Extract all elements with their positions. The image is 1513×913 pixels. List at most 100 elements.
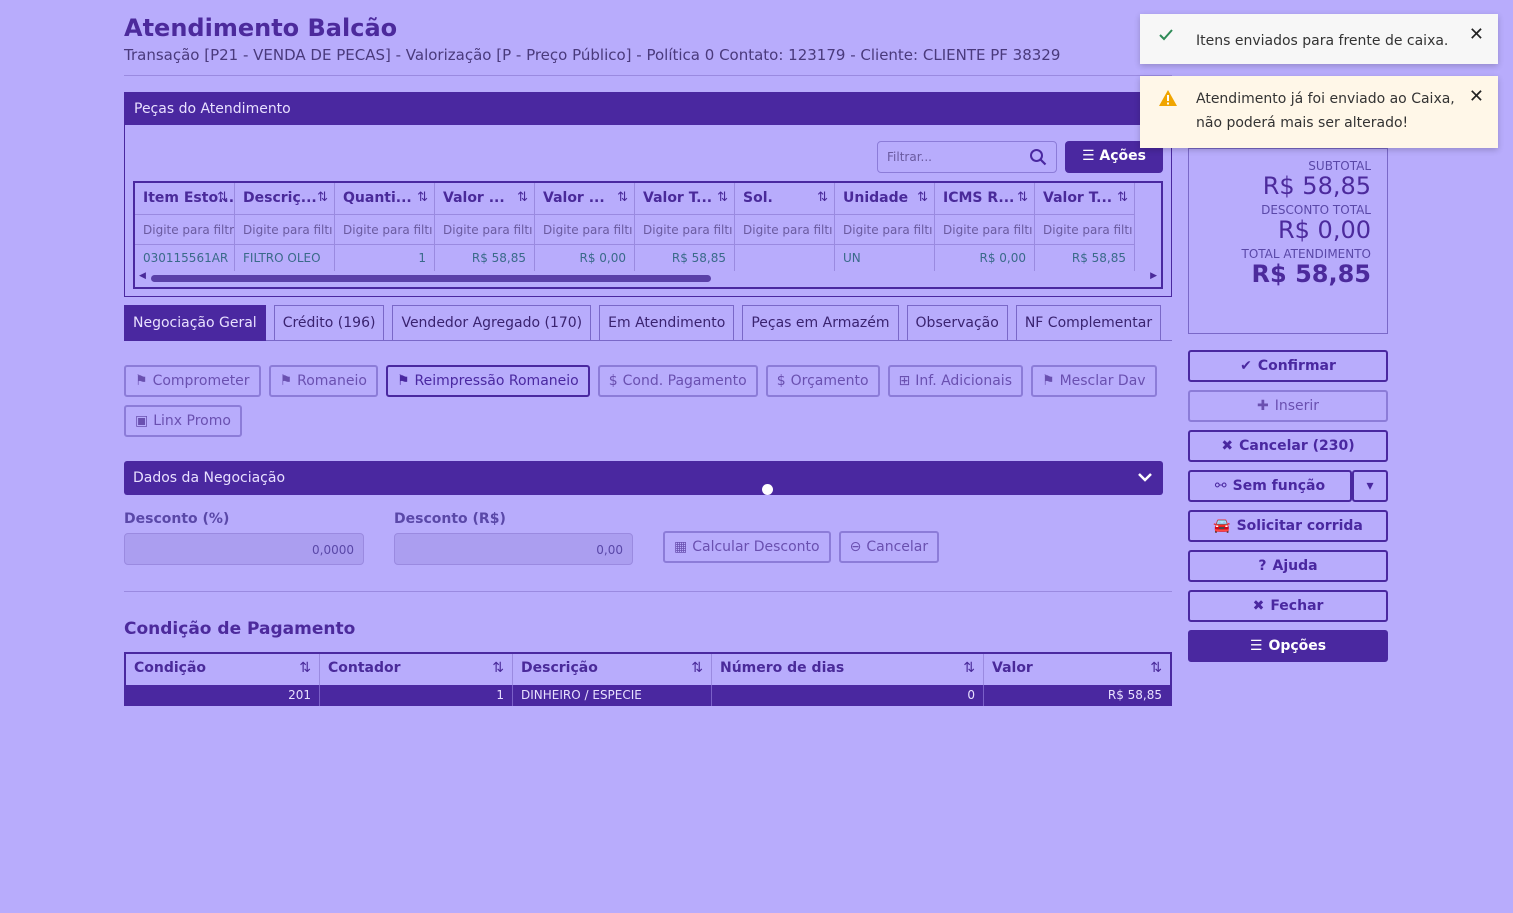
- grid-column-header[interactable]: Valor ... ⇅: [535, 183, 635, 214]
- negotiation-section-title: Dados da Negociação: [133, 470, 286, 486]
- sort-icon: ⇅: [617, 190, 628, 205]
- discount-brl-input[interactable]: 0,00: [394, 533, 633, 565]
- opcoes-button[interactable]: ☰ Opções: [1188, 630, 1388, 662]
- filter-input[interactable]: Filtrar...: [877, 141, 1057, 173]
- money-icon: ▣: [135, 413, 149, 429]
- scrollbar-thumb[interactable]: [151, 275, 711, 282]
- table-row[interactable]: 201 1 DINHEIRO / ESPECIE 0 R$ 58,85: [126, 685, 1170, 706]
- column-filter-input[interactable]: Digite para filtı: [435, 215, 535, 244]
- tab-negociacao-geral[interactable]: Negociação Geral: [124, 305, 266, 341]
- tab-pecas-em-armazem[interactable]: Peças em Armazém: [742, 305, 899, 341]
- dollar-icon: $: [776, 373, 786, 389]
- tab-nf-complementar[interactable]: NF Complementar: [1015, 305, 1162, 341]
- column-filter-input[interactable]: Digite para filtı: [635, 215, 735, 244]
- cancelar-desconto-button[interactable]: ⊖ Cancelar: [838, 531, 940, 563]
- warning-toast-message: Atendimento já foi enviado ao Caixa, não…: [1196, 91, 1455, 131]
- payment-column-header[interactable]: Condição ⇅: [126, 654, 320, 685]
- sort-icon: ⇅: [417, 190, 428, 205]
- total-label: TOTAL ATENDIMENTO: [1241, 247, 1371, 261]
- discount-percent-input[interactable]: 0,0000: [124, 533, 364, 565]
- grid-column-header[interactable]: Sol. ⇅: [735, 183, 835, 214]
- payment-table: Condição ⇅ Contador ⇅ Descrição ⇅ Número de…: [124, 652, 1172, 706]
- scroll-left-icon[interactable]: ◀: [139, 271, 146, 281]
- totals-summary: SUBTOTAL R$ 58,85 DESCONTO TOTAL R$ 0,00…: [1188, 148, 1388, 334]
- ajuda-button[interactable]: ? Ajuda: [1188, 550, 1388, 582]
- close-icon: ✖: [1252, 598, 1265, 614]
- action-buttons-row-2: ▣ Linx Promo: [124, 405, 250, 437]
- column-filter-input[interactable]: Digite para filtrar...: [135, 215, 235, 244]
- grid-column-header[interactable]: ICMS R... ⇅: [935, 183, 1035, 214]
- table-cell: R$ 58,85: [1107, 688, 1162, 702]
- grid-column-header[interactable]: Quanti... ⇅: [335, 183, 435, 214]
- table-cell: 030115561AR: [135, 245, 235, 271]
- column-filter-input[interactable]: Digite para filtı: [335, 215, 435, 244]
- payment-column-header[interactable]: Número de dias ⇅: [712, 654, 984, 685]
- inserir-button[interactable]: ✚ Inserir: [1188, 390, 1388, 422]
- discount-percent-label: Desconto (%): [124, 511, 230, 527]
- orcamento-button[interactable]: $ Orçamento: [765, 365, 880, 397]
- table-cell: FILTRO OLEO: [235, 245, 335, 271]
- success-toast-message: Itens enviados para frente de caixa.: [1196, 33, 1449, 49]
- grid-column-header[interactable]: Valor T... ⇅: [635, 183, 735, 214]
- cancelar-button[interactable]: ✖ Cancelar (230): [1188, 430, 1388, 462]
- tab-credito[interactable]: Crédito (196): [273, 305, 385, 341]
- discount-total-value: R$ 0,00: [1277, 216, 1371, 244]
- solicitar-corrida-button[interactable]: 🚘 Solicitar corrida: [1188, 510, 1388, 542]
- scroll-right-icon[interactable]: ▶: [1150, 271, 1157, 281]
- calcular-desconto-button[interactable]: ▦ Calcular Desconto: [663, 531, 831, 563]
- payment-column-header[interactable]: Contador ⇅: [320, 654, 513, 685]
- cond-pagamento-button[interactable]: $ Cond. Pagamento: [597, 365, 758, 397]
- grid-column-header[interactable]: Item Esto... ⇅: [135, 183, 235, 214]
- confirmar-button[interactable]: ✔ Confirmar: [1188, 350, 1388, 382]
- linx-promo-button[interactable]: ▣ Linx Promo: [124, 405, 242, 437]
- grid-column-header[interactable]: Descriç... ⇅: [235, 183, 335, 214]
- sem-funcao-dropdown-button[interactable]: ▾: [1352, 470, 1388, 502]
- column-filter-input[interactable]: Digite para filtı: [735, 215, 835, 244]
- payment-column-header[interactable]: Valor ⇅: [984, 654, 1170, 685]
- table-cell: 201: [126, 685, 320, 706]
- chevron-down-icon[interactable]: [1137, 469, 1153, 489]
- column-filter-input[interactable]: Digite para filtı: [235, 215, 335, 244]
- table-cell: R$ 58,85: [435, 245, 535, 271]
- column-filter-input[interactable]: Digite para filtı: [1035, 215, 1135, 244]
- payment-column-header[interactable]: Descrição ⇅: [513, 654, 712, 685]
- reimpressao-romaneio-button[interactable]: ⚑ Reimpressão Romaneio: [385, 365, 590, 397]
- grid-column-header[interactable]: Unidade ⇅: [835, 183, 935, 214]
- search-icon[interactable]: [1029, 148, 1047, 169]
- table-cell: R$ 58,85: [1035, 245, 1135, 271]
- tab-observacao[interactable]: Observação: [906, 305, 1008, 341]
- mesclar-dav-button[interactable]: ⚑ Mesclar Dav: [1031, 365, 1157, 397]
- sort-icon: ⇅: [492, 660, 504, 676]
- grid-column-header[interactable]: Valor T... ⇅: [1035, 183, 1135, 214]
- comprometer-button[interactable]: ⚑ Comprometer: [124, 365, 261, 397]
- close-icon[interactable]: ✕: [1469, 86, 1484, 107]
- grid-column-header[interactable]: Valor ... ⇅: [435, 183, 535, 214]
- flag-icon: ⚑: [135, 373, 148, 389]
- sort-icon: ⇅: [1017, 190, 1028, 205]
- column-filter-input[interactable]: Digite para filtı: [535, 215, 635, 244]
- menu-icon: ☰: [1249, 638, 1263, 654]
- discount-total-label: DESCONTO TOTAL: [1261, 203, 1371, 217]
- tab-em-atendimento[interactable]: Em Atendimento: [599, 305, 735, 341]
- sort-icon: ⇅: [1150, 660, 1162, 676]
- negotiation-section-header[interactable]: Dados da Negociação: [124, 461, 1163, 495]
- romaneio-button[interactable]: ⚑ Romaneio: [268, 365, 378, 397]
- divider: [124, 591, 1172, 592]
- sem-funcao-button[interactable]: ⚯ Sem função: [1188, 470, 1352, 502]
- inf-adicionais-button[interactable]: ⊞ Inf. Adicionais: [887, 365, 1023, 397]
- table-row[interactable]: 030115561AR FILTRO OLEO 1 R$ 58,85 R$ 0,…: [135, 245, 1135, 271]
- caret-down-icon: ▾: [1366, 478, 1374, 494]
- warning-toast: Atendimento já foi enviado ao Caixa, não…: [1140, 76, 1498, 148]
- column-filter-input[interactable]: Digite para filtı: [835, 215, 935, 244]
- flag-icon: ⚑: [279, 373, 293, 389]
- tab-vendedor-agregado[interactable]: Vendedor Agregado (170): [392, 305, 592, 341]
- transaction-info: Transação [P21 - VENDA DE PECAS] - Valor…: [124, 46, 1061, 64]
- table-cell: R$ 0,00: [535, 245, 635, 271]
- close-icon[interactable]: ✕: [1469, 24, 1484, 45]
- column-filter-input[interactable]: Digite para filtı: [935, 215, 1035, 244]
- calculator-icon: ▦: [674, 539, 688, 555]
- horizontal-scrollbar[interactable]: ◀ ▶: [135, 271, 1161, 283]
- fechar-button[interactable]: ✖ Fechar: [1188, 590, 1388, 622]
- discount-brl-label: Desconto (R$): [394, 511, 506, 527]
- cursor-dot: [762, 484, 773, 495]
